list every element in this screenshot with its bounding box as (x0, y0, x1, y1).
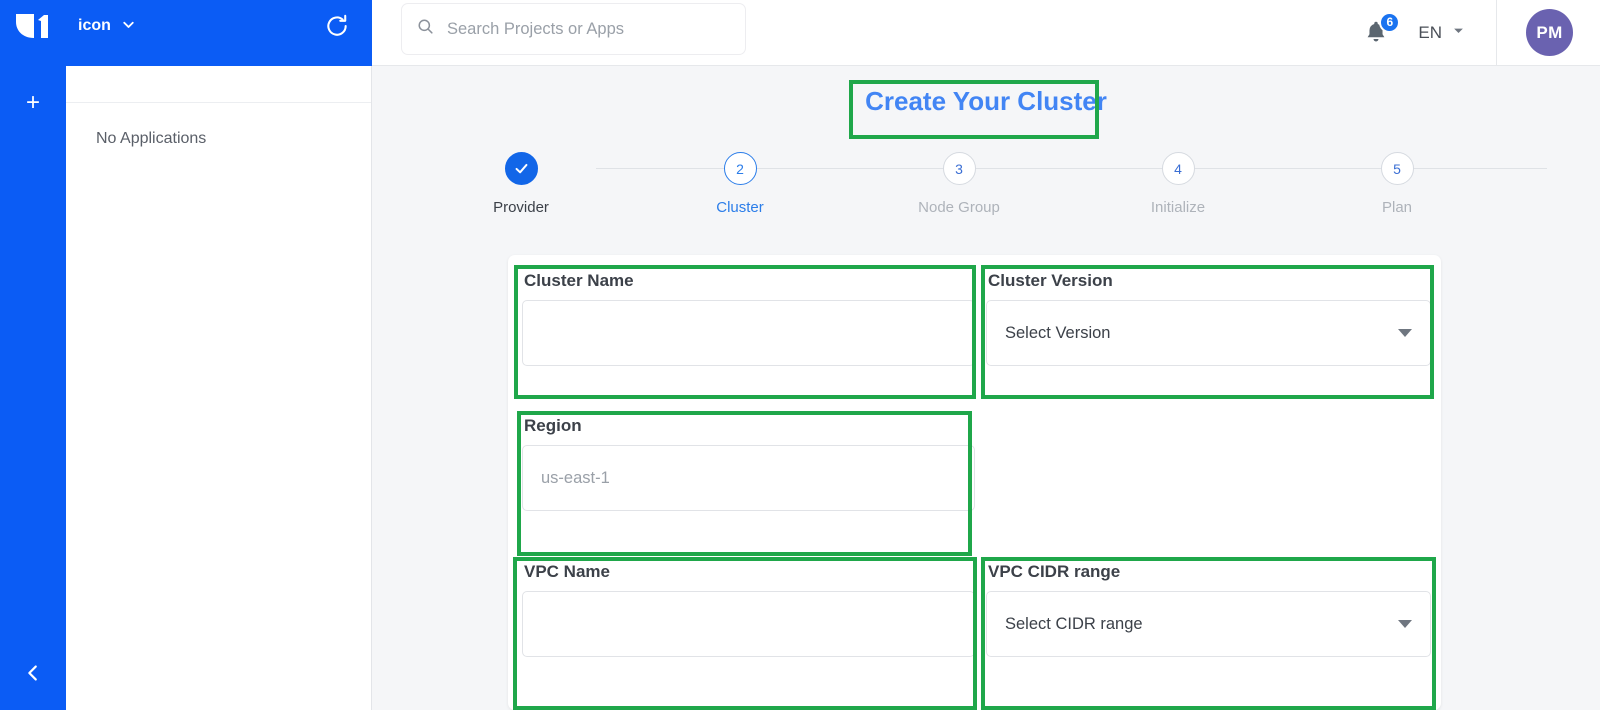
step-initialize[interactable]: 4 Initialize (1103, 152, 1253, 216)
wizard-stepper: Provider 2 Cluster 3 Node Group 4 Initia… (372, 152, 1600, 242)
no-applications-message: No Applications (96, 130, 207, 147)
step-provider[interactable]: Provider (446, 152, 596, 216)
step-cluster[interactable]: 2 Cluster (665, 152, 815, 216)
header-actions: 6 EN PM (1362, 0, 1600, 65)
chevron-down-icon (1398, 329, 1412, 337)
primary-nav-rail: + (0, 0, 66, 710)
vpc-name-label: VPC Name (524, 562, 610, 581)
region-input[interactable]: us-east-1 (522, 445, 975, 511)
company-logo-icon[interactable] (10, 8, 58, 44)
vpc-name-input[interactable] (522, 591, 975, 657)
project-switcher[interactable]: icon (78, 14, 137, 38)
step-indicator (504, 152, 538, 185)
collapse-sidebar-button[interactable] (0, 662, 66, 688)
field-vpc-name: VPC Name (522, 562, 975, 657)
region-label: Region (524, 416, 582, 435)
avatar-initials: PM (1536, 22, 1563, 42)
main-content: Create Your Cluster Provider 2 Cluster 3… (372, 66, 1600, 710)
step-indicator: 4 (1161, 152, 1195, 185)
field-cluster-name: Cluster Name (522, 271, 975, 366)
field-cluster-version: Cluster Version Select Version (986, 271, 1431, 366)
language-selector[interactable]: EN (1418, 23, 1466, 43)
search-icon (416, 17, 435, 41)
page-title: Create Your Cluster (865, 86, 1107, 116)
step-node-group[interactable]: 3 Node Group (884, 152, 1034, 216)
app-root: + icon No Applications Search Projects o… (0, 0, 1600, 710)
cluster-version-label: Cluster Version (988, 271, 1113, 290)
cluster-form-card: Cluster Name Cluster Version Select Vers… (508, 255, 1441, 710)
notification-count-badge: 6 (1379, 11, 1401, 33)
vpc-cidr-label: VPC CIDR range (988, 562, 1121, 581)
check-icon (515, 163, 527, 174)
cluster-version-value: Select Version (1005, 323, 1111, 342)
chevron-down-icon (1398, 620, 1412, 628)
notifications-button[interactable]: 6 (1362, 11, 1401, 48)
step-indicator: 2 (723, 152, 757, 185)
step-label: Node Group (918, 199, 1000, 216)
cluster-name-input[interactable] (522, 300, 975, 366)
cluster-name-label: Cluster Name (524, 271, 634, 290)
cluster-version-select[interactable]: Select Version (986, 300, 1431, 366)
project-switcher-label: icon (78, 17, 111, 34)
step-label: Cluster (716, 199, 764, 216)
step-label: Initialize (1150, 199, 1206, 216)
header-divider (1496, 0, 1497, 65)
search-placeholder: Search Projects or Apps (447, 19, 625, 38)
language-value: EN (1418, 22, 1442, 42)
step-indicator: 3 (942, 152, 976, 185)
step-indicator: 5 (1380, 152, 1414, 185)
search-input[interactable]: Search Projects or Apps (401, 3, 746, 55)
top-header: Search Projects or Apps 6 EN PM (372, 0, 1600, 66)
add-project-button[interactable]: + (0, 91, 66, 115)
chevron-down-icon (120, 16, 137, 38)
field-vpc-cidr-range: VPC CIDR range Select CIDR range (986, 562, 1431, 657)
refresh-icon[interactable] (324, 13, 350, 39)
avatar[interactable]: PM (1526, 9, 1573, 56)
applications-panel: No Applications (66, 66, 372, 710)
field-region: Region us-east-1 (522, 416, 975, 511)
applications-panel-header (66, 66, 371, 103)
step-label: Plan (1381, 199, 1413, 216)
vpc-cidr-select[interactable]: Select CIDR range (986, 591, 1431, 657)
project-switcher-bar: icon (66, 0, 372, 66)
region-placeholder: us-east-1 (541, 468, 610, 487)
step-plan[interactable]: 5 Plan (1322, 152, 1472, 216)
step-label: Provider (493, 199, 549, 216)
chevron-down-icon (1451, 23, 1466, 43)
vpc-cidr-value: Select CIDR range (1005, 614, 1143, 633)
